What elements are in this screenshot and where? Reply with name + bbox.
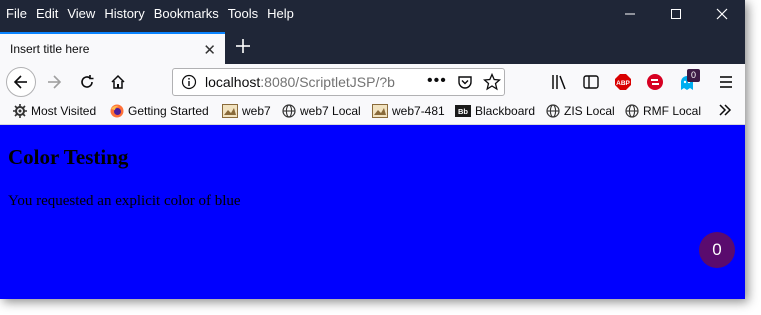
svg-text:Bb: Bb bbox=[458, 107, 468, 116]
bookmark-label: ZIS Local bbox=[564, 104, 615, 118]
extension-badge: 0 bbox=[687, 69, 700, 82]
browser-window: File Edit View History Bookmarks Tools H… bbox=[0, 0, 745, 299]
gear-icon bbox=[13, 104, 27, 118]
close-window-button[interactable] bbox=[699, 0, 745, 27]
bookmark-web7-481[interactable]: web7-481 bbox=[372, 104, 445, 118]
pocket-icon[interactable] bbox=[457, 74, 473, 90]
bookmark-blackboard[interactable]: Bb Blackboard bbox=[455, 104, 535, 118]
firefox-icon bbox=[110, 104, 124, 118]
menu-bookmarks[interactable]: Bookmarks bbox=[154, 6, 219, 21]
forward-button[interactable] bbox=[40, 68, 68, 96]
bookmark-label: RMF Local bbox=[643, 104, 702, 118]
minimize-button[interactable] bbox=[607, 0, 653, 27]
bookmark-label: Getting Started bbox=[128, 104, 209, 118]
double-chevron-right-icon bbox=[719, 104, 732, 116]
bookmarks-toolbar: Most Visited Getting Started web7 web7 L… bbox=[0, 100, 745, 125]
page-actions-icon[interactable]: ••• bbox=[427, 72, 447, 90]
hamburger-menu-icon[interactable] bbox=[718, 74, 734, 90]
script-blocker-icon[interactable] bbox=[646, 73, 664, 91]
minimize-icon bbox=[625, 13, 635, 14]
reload-button[interactable] bbox=[73, 68, 101, 96]
bookmark-label: web7-481 bbox=[392, 104, 445, 118]
back-arrow-icon bbox=[13, 75, 27, 89]
menu-bar: File Edit View History Bookmarks Tools H… bbox=[0, 0, 745, 27]
forward-arrow-icon bbox=[48, 75, 62, 89]
library-icon[interactable] bbox=[550, 73, 568, 91]
url-host: localhost bbox=[205, 74, 261, 90]
bookmark-rmf-local[interactable]: RMF Local bbox=[625, 104, 701, 118]
bookmark-getting-started[interactable]: Getting Started bbox=[110, 104, 209, 118]
bookmark-label: Most Visited bbox=[31, 104, 97, 118]
new-tab-button[interactable] bbox=[231, 34, 255, 58]
url-path: :8080/ScriptletJSP/?bc bbox=[260, 74, 395, 90]
menu-tools[interactable]: Tools bbox=[228, 6, 258, 21]
bookmark-zis-local[interactable]: ZIS Local bbox=[546, 104, 615, 118]
menu-help[interactable]: Help bbox=[267, 6, 294, 21]
bookmark-most-visited[interactable]: Most Visited bbox=[13, 104, 96, 118]
close-icon bbox=[716, 8, 728, 19]
globe-icon bbox=[625, 104, 639, 118]
tab-insert-title[interactable]: Insert title here ✕ bbox=[0, 32, 225, 64]
menu-history[interactable]: History bbox=[104, 6, 144, 21]
tab-title: Insert title here bbox=[10, 42, 90, 56]
color-message: You requested an explicit color of blue bbox=[8, 193, 241, 209]
page-thumbnail-icon bbox=[372, 104, 388, 118]
plus-icon bbox=[236, 39, 250, 53]
adblock-plus-icon[interactable]: ABP bbox=[614, 73, 632, 91]
ghostery-extension[interactable]: 0 bbox=[678, 69, 702, 94]
menu-view[interactable]: View bbox=[67, 6, 95, 21]
globe-icon bbox=[282, 104, 296, 118]
maximize-button[interactable] bbox=[653, 0, 699, 27]
bookmark-label: Blackboard bbox=[475, 104, 536, 118]
home-icon bbox=[111, 74, 125, 89]
bookmark-label: web7 bbox=[242, 104, 271, 118]
bookmark-star-icon[interactable] bbox=[483, 73, 501, 91]
back-button[interactable] bbox=[6, 67, 36, 97]
bookmark-label: web7 Local bbox=[300, 104, 361, 118]
tab-close-icon[interactable]: ✕ bbox=[203, 41, 216, 59]
navigation-toolbar: localhost:8080/ScriptletJSP/?bc ••• ABP … bbox=[0, 64, 745, 100]
blackboard-icon: Bb bbox=[455, 105, 471, 117]
page-thumbnail-icon bbox=[222, 104, 238, 118]
url-text[interactable]: localhost:8080/ScriptletJSP/?bc bbox=[205, 74, 395, 90]
tab-strip: Insert title here ✕ bbox=[0, 27, 745, 64]
url-bar[interactable]: localhost:8080/ScriptletJSP/?bc ••• bbox=[172, 68, 505, 96]
page-content: Color Testing You requested an explicit … bbox=[0, 125, 745, 299]
reload-icon bbox=[81, 75, 94, 88]
svg-text:ABP: ABP bbox=[616, 80, 630, 87]
floating-counter-badge[interactable]: 0 bbox=[699, 232, 735, 268]
menu-edit[interactable]: Edit bbox=[36, 6, 58, 21]
maximize-icon bbox=[671, 8, 681, 19]
info-icon[interactable] bbox=[181, 74, 197, 90]
bookmark-web7-local[interactable]: web7 Local bbox=[282, 104, 361, 118]
page-heading: Color Testing bbox=[8, 145, 129, 169]
bookmark-web7[interactable]: web7 bbox=[222, 104, 271, 118]
globe-icon bbox=[546, 104, 560, 118]
sidebar-icon[interactable] bbox=[582, 73, 600, 91]
menu-file[interactable]: File bbox=[6, 6, 27, 21]
home-button[interactable] bbox=[104, 68, 132, 96]
bookmarks-overflow-button[interactable] bbox=[717, 103, 737, 117]
